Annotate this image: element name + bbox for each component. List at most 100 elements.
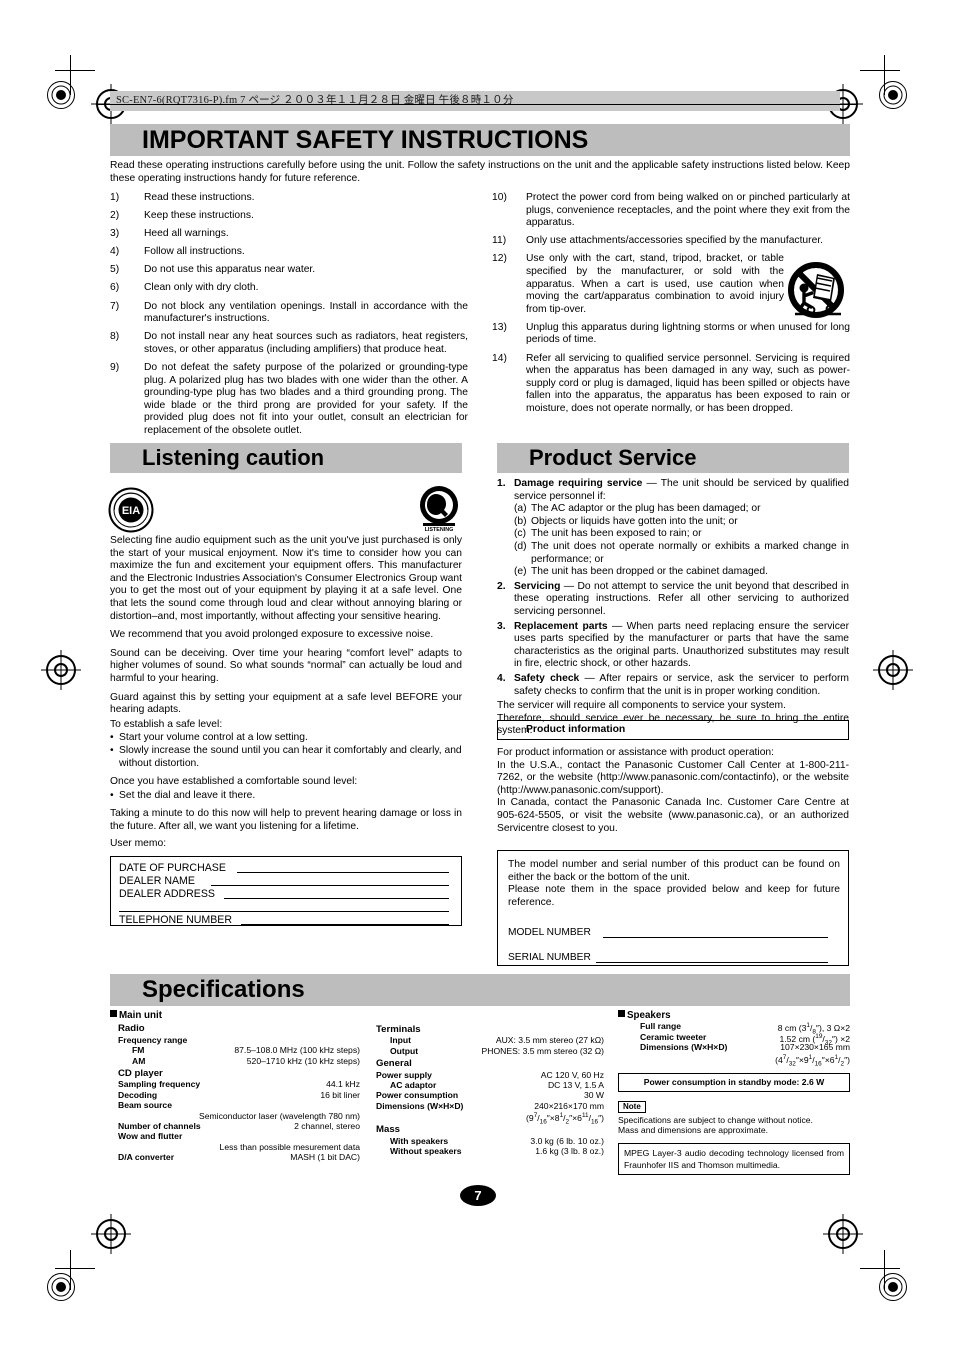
service-item-text: — Do not attempt to service the unit bey…	[514, 580, 849, 617]
memo-write-in-field[interactable]	[224, 888, 449, 899]
serial-number-label: SERIAL NUMBER	[508, 952, 591, 964]
sub-item-label: (d)	[514, 540, 527, 552]
list-item-text: Follow all instructions.	[144, 246, 245, 258]
list-item-number: 5)	[110, 264, 120, 276]
serial-number-field[interactable]	[596, 952, 828, 964]
note-tag: Note	[618, 1100, 646, 1113]
spec-value: PHONES: 3.5 mm stereo (32 Ω)	[481, 1045, 604, 1056]
spec-row: Sampling frequency 44.1 kHz	[118, 1079, 360, 1089]
safety-list-item: 11) Only use attachments/accessories spec…	[492, 235, 850, 248]
crop-target-bottom-left	[91, 1214, 131, 1254]
model-serial-box: The model number and serial number of th…	[497, 850, 849, 966]
memo-write-in-field[interactable]	[119, 901, 449, 912]
svg-text:EIA: EIA	[122, 505, 140, 517]
spec-main-unit-heading: Main unit	[110, 1010, 360, 1021]
spec-key: AC adaptor	[390, 1079, 437, 1090]
spec-row: Wow and flutter	[118, 1131, 360, 1141]
spec-group-heading: Radio	[118, 1023, 145, 1035]
header-rule	[96, 104, 856, 105]
manual-page: SC-EN7-6(RQT7316-P).fm 7 ページ ２００３年１１月２８日…	[0, 0, 954, 1351]
spec-row: Dimensions (W×H×D) 107×230×165 mm	[626, 1042, 850, 1052]
crop-target-bottom-right	[823, 1214, 863, 1254]
service-sub-item: (c) The unit has been exposed to rain; or	[514, 528, 849, 541]
memo-write-in-field[interactable]	[241, 914, 449, 925]
specifications-banner: Specifications	[110, 974, 850, 1006]
spec-key: Without speakers	[390, 1145, 462, 1156]
registration-mark-top-right	[878, 80, 908, 110]
memo-write-in-field[interactable]	[237, 862, 449, 873]
safety-list-item: 14) Refer all servicing to qualified serv…	[492, 353, 850, 416]
safety-list-item: 9) Do not defeat the safety purpose of th…	[110, 362, 468, 438]
spec-row: Decoding 16 bit liner	[118, 1090, 360, 1100]
sub-item-label: (b)	[514, 515, 527, 527]
spec-key: Decoding	[118, 1089, 158, 1100]
listening-once-bullets: Set the dial and leave it there.	[110, 790, 462, 803]
service-item-lead: Safety check	[514, 672, 580, 684]
service-list-item: 3. Replacement parts — When parts need re…	[497, 621, 849, 671]
spec-column-speakers: Speakers Full range 8 cm (31/8″), 3 Ω×2 Ce…	[618, 1010, 850, 1176]
service-sub-item: (e) The unit has been dropped or the cabi…	[514, 566, 849, 579]
listening-body: Selecting fine audio equipment such as t…	[110, 535, 462, 839]
list-item-text: Use only with the cart, stand, tripod, b…	[526, 253, 784, 315]
spec-row: Dimensions (W×H×D) 240×216×170 mm	[376, 1101, 604, 1111]
spec-row: Full range 8 cm (31/8″), 3 Ω×2	[626, 1021, 850, 1036]
service-list-item: 1. Damage requiring service — The unit sh…	[497, 478, 849, 579]
product-info-line: In the U.S.A., contact the Panasonic Cus…	[497, 759, 849, 796]
crop-line-top-left-h	[55, 70, 95, 71]
list-item-number: 13)	[492, 321, 507, 333]
safety-list-item: 3) Heed all warnings.	[110, 228, 468, 241]
spec-key: AM	[132, 1055, 146, 1066]
spec-value: 16 bit liner	[320, 1089, 360, 1100]
cart-tipover-warning-icon	[788, 262, 844, 318]
memo-row: DATE OF PURCHASE	[119, 862, 453, 875]
spec-value: 44.1 kHz	[326, 1079, 360, 1090]
list-item-number: 4)	[110, 246, 120, 258]
spec-row: D/A converter MASH (1 bit DAC)	[118, 1152, 360, 1162]
crop-line-top-right-v	[884, 55, 885, 95]
spec-value: AC 120 V, 60 Hz	[540, 1069, 604, 1080]
model-number-field[interactable]	[603, 927, 828, 939]
registration-mark-top-left	[46, 80, 76, 110]
safety-intro: Read these operating instructions carefu…	[110, 160, 850, 184]
page-number-badge: 7	[460, 1185, 496, 1206]
model-number-label: MODEL NUMBER	[508, 927, 591, 939]
listening-closing: Taking a minute to do this now will help…	[110, 808, 462, 832]
spec-key: FM	[132, 1045, 145, 1056]
list-item-number: 1)	[110, 192, 120, 203]
spec-value: 3.0 kg (6 lb. 10 oz.)	[530, 1135, 604, 1146]
spec-value: 240×216×170 mm	[534, 1100, 604, 1111]
product-info-line: In Canada, contact the Panasonic Canada …	[497, 797, 849, 834]
product-information-title: Product information	[526, 724, 626, 735]
spec-note-line: Mass and dimensions are approximate.	[618, 1124, 768, 1135]
spec-row: Input AUX: 3.5 mm stereo (27 kΩ)	[376, 1035, 604, 1045]
listening-once-label: Once you have established a comfortable …	[110, 776, 358, 788]
memo-row: DEALER NAME	[119, 875, 453, 888]
spec-row: Output PHONES: 3.5 mm stereo (32 Ω)	[376, 1046, 604, 1056]
listening-establish-label: To establish a safe level:	[110, 718, 223, 730]
spec-row: Ceramic tweeter 1.52 cm (19/32″) ×2	[626, 1031, 850, 1047]
list-item-text: Only use attachments/accessories specifi…	[526, 235, 824, 247]
memo-write-in-field[interactable]	[211, 875, 449, 886]
service-tail-1: The servicer will require all components…	[497, 700, 786, 712]
list-item-number: 9)	[110, 361, 120, 373]
spec-note-line: Specifications are subject to change wit…	[618, 1114, 813, 1125]
spec-row: Without speakers 1.6 kg (3 lb. 8 oz.)	[376, 1146, 604, 1156]
list-item-text: Do not use this apparatus near water.	[144, 264, 316, 276]
crop-target-mid-right	[873, 650, 913, 690]
service-list-item: 2. Servicing — Do not attempt to service …	[497, 581, 849, 619]
sub-item-text: The unit does not operate normally or ex…	[531, 540, 849, 565]
spec-group-heading: CD player	[118, 1067, 163, 1079]
spec-row: Power supply AC 120 V, 60 Hz	[376, 1070, 604, 1080]
safe-listening-logo-icon: LISTENING	[420, 486, 458, 533]
spec-value: MASH (1 bit DAC)	[290, 1152, 360, 1163]
crop-line-bottom-left-v	[70, 1250, 71, 1290]
crop-line-top-right-h	[860, 70, 900, 71]
list-item-text: Clean only with dry cloth.	[144, 282, 259, 294]
spec-key: Ceramic tweeter	[640, 1031, 707, 1042]
spec-row: Frequency range	[118, 1035, 360, 1045]
registration-mark-bottom-right	[878, 1272, 908, 1302]
model-serial-line-1: The model number and serial number of th…	[508, 859, 840, 883]
spec-group-heading: Terminals	[376, 1024, 421, 1035]
bullet-item: Slowly increase the sound until you can …	[110, 745, 462, 770]
list-item-number: 14)	[492, 352, 507, 364]
